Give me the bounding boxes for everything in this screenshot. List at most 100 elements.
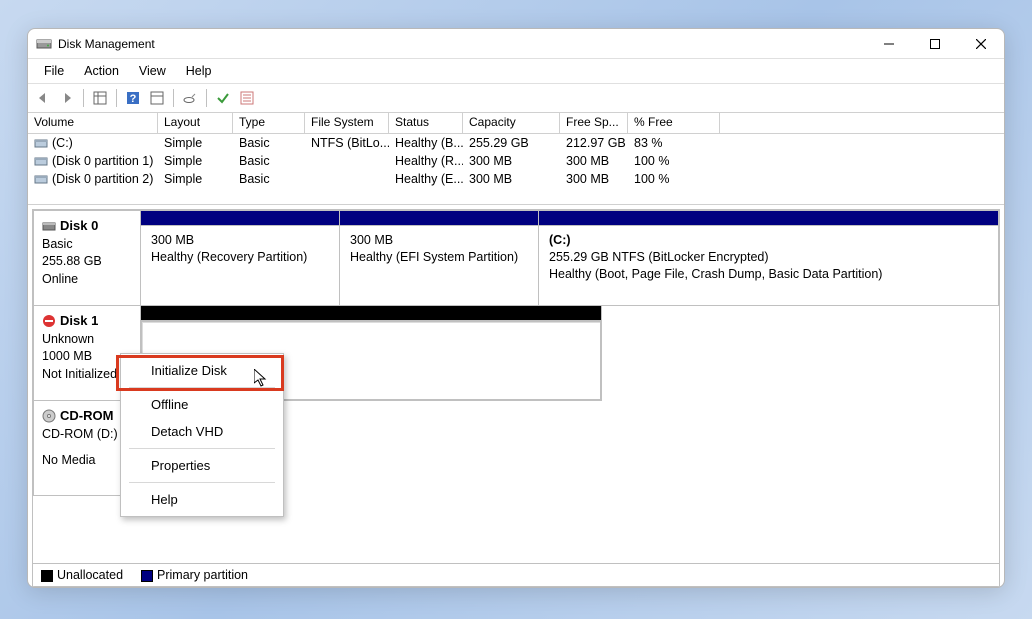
ctx-separator <box>129 482 275 483</box>
disk0-state: Online <box>42 271 132 288</box>
ctx-properties[interactable]: Properties <box>123 452 281 479</box>
ctx-offline[interactable]: Offline <box>123 391 281 418</box>
context-menu: Initialize Disk Offline Detach VHD Prope… <box>120 353 284 517</box>
col-free[interactable]: Free Sp... <box>560 113 628 133</box>
disk0-label[interactable]: Disk 0 Basic 255.88 GB Online <box>33 210 141 306</box>
partition-stripe <box>140 210 340 225</box>
cell-type: Basic <box>233 153 305 169</box>
menu-view[interactable]: View <box>129 61 176 81</box>
col-layout[interactable]: Layout <box>158 113 233 133</box>
app-icon <box>36 36 52 52</box>
cdrom-name: CD-ROM <box>60 407 113 425</box>
cell-free: 300 MB <box>560 153 628 169</box>
cell-layout: Simple <box>158 135 233 151</box>
ctx-detach-vhd[interactable]: Detach VHD <box>123 418 281 445</box>
cell-pct: 83 % <box>628 135 720 151</box>
legend-primary: Primary partition <box>157 568 248 582</box>
col-capacity[interactable]: Capacity <box>463 113 560 133</box>
cell-fs <box>305 171 389 187</box>
forward-button[interactable] <box>56 87 78 109</box>
unallocated-stripe <box>140 305 602 320</box>
cell-pct: 100 % <box>628 153 720 169</box>
disk-row: Disk 0 Basic 255.88 GB Online 300 MB Hea… <box>33 210 999 306</box>
volume-list: Volume Layout Type File System Status Ca… <box>28 113 1004 205</box>
cdrom-icon <box>42 409 56 423</box>
menu-help[interactable]: Help <box>176 61 222 81</box>
legend: Unallocated Primary partition <box>33 563 999 586</box>
cell-type: Basic <box>233 171 305 187</box>
disk0-partition-2[interactable]: 300 MB Healthy (EFI System Partition) <box>339 210 539 306</box>
toolbar-separator <box>173 89 174 107</box>
minimize-button[interactable] <box>866 29 912 59</box>
volume-icon <box>34 172 48 186</box>
titlebar: Disk Management <box>28 29 1004 59</box>
cdrom-letter: CD-ROM (D:) <box>42 426 132 443</box>
part-size: 300 MB <box>350 232 528 249</box>
window-title: Disk Management <box>58 37 866 51</box>
disk0-size: 255.88 GB <box>42 253 132 270</box>
volume-list-header: Volume Layout Type File System Status Ca… <box>28 113 1004 134</box>
disk-icon <box>42 219 56 233</box>
menu-file[interactable]: File <box>34 61 74 81</box>
svg-text:?: ? <box>130 93 137 105</box>
col-pct[interactable]: % Free <box>628 113 720 133</box>
cell-capacity: 300 MB <box>463 153 560 169</box>
part-desc: Healthy (EFI System Partition) <box>350 249 528 266</box>
disk1-size: 1000 MB <box>42 348 132 365</box>
col-filesystem[interactable]: File System <box>305 113 389 133</box>
legend-unallocated: Unallocated <box>57 568 123 582</box>
col-status[interactable]: Status <box>389 113 463 133</box>
cell-free: 212.97 GB <box>560 135 628 151</box>
part-size: 300 MB <box>151 232 329 249</box>
part-size: 255.29 GB NTFS (BitLocker Encrypted) <box>549 249 988 266</box>
cell-capacity: 255.29 GB <box>463 135 560 151</box>
disk1-name: Disk 1 <box>60 312 98 330</box>
details-view-icon[interactable] <box>89 87 111 109</box>
maximize-button[interactable] <box>912 29 958 59</box>
disk-error-icon <box>42 314 56 328</box>
cell-capacity: 300 MB <box>463 171 560 187</box>
cell-status: Healthy (B... <box>389 135 463 151</box>
toolbar: ? <box>28 84 1004 113</box>
disk1-state: Not Initialized <box>42 366 132 383</box>
cell-fs <box>305 153 389 169</box>
part-desc: Healthy (Recovery Partition) <box>151 249 329 266</box>
toolbar-separator <box>206 89 207 107</box>
disk0-partition-1[interactable]: 300 MB Healthy (Recovery Partition) <box>140 210 340 306</box>
cell-fs: NTFS (BitLo... <box>305 135 389 151</box>
partition-stripe <box>339 210 539 225</box>
close-button[interactable] <box>958 29 1004 59</box>
menubar: File Action View Help <box>28 59 1004 84</box>
check-icon[interactable] <box>212 87 234 109</box>
disk-settings-icon[interactable] <box>179 87 201 109</box>
cdrom-state: No Media <box>42 452 132 469</box>
menu-action[interactable]: Action <box>74 61 129 81</box>
partition-stripe <box>538 210 999 225</box>
disk0-type: Basic <box>42 236 132 253</box>
cell-type: Basic <box>233 135 305 151</box>
cell-status: Healthy (E... <box>389 171 463 187</box>
table-row[interactable]: (Disk 0 partition 2) Simple Basic Health… <box>28 170 1004 188</box>
cell-status: Healthy (R... <box>389 153 463 169</box>
back-button[interactable] <box>32 87 54 109</box>
window-controls <box>866 29 1004 59</box>
disk0-partition-c[interactable]: (C:) 255.29 GB NTFS (BitLocker Encrypted… <box>538 210 999 306</box>
list-icon[interactable] <box>236 87 258 109</box>
volume-icon <box>34 154 48 168</box>
part-title: (C:) <box>549 232 988 249</box>
ctx-help[interactable]: Help <box>123 486 281 513</box>
volume-name: (C:) <box>52 136 73 150</box>
ctx-initialize-disk[interactable]: Initialize Disk <box>123 357 281 384</box>
help-toolbar-icon[interactable]: ? <box>122 87 144 109</box>
toolbar-separator <box>83 89 84 107</box>
col-volume[interactable]: Volume <box>28 113 158 133</box>
refresh-icon[interactable] <box>146 87 168 109</box>
table-row[interactable]: (C:) Simple Basic NTFS (BitLo... Healthy… <box>28 134 1004 152</box>
col-type[interactable]: Type <box>233 113 305 133</box>
volume-name: (Disk 0 partition 2) <box>52 172 153 186</box>
ctx-separator <box>129 448 275 449</box>
disk1-type: Unknown <box>42 331 132 348</box>
table-row[interactable]: (Disk 0 partition 1) Simple Basic Health… <box>28 152 1004 170</box>
cell-free: 300 MB <box>560 171 628 187</box>
cell-layout: Simple <box>158 153 233 169</box>
